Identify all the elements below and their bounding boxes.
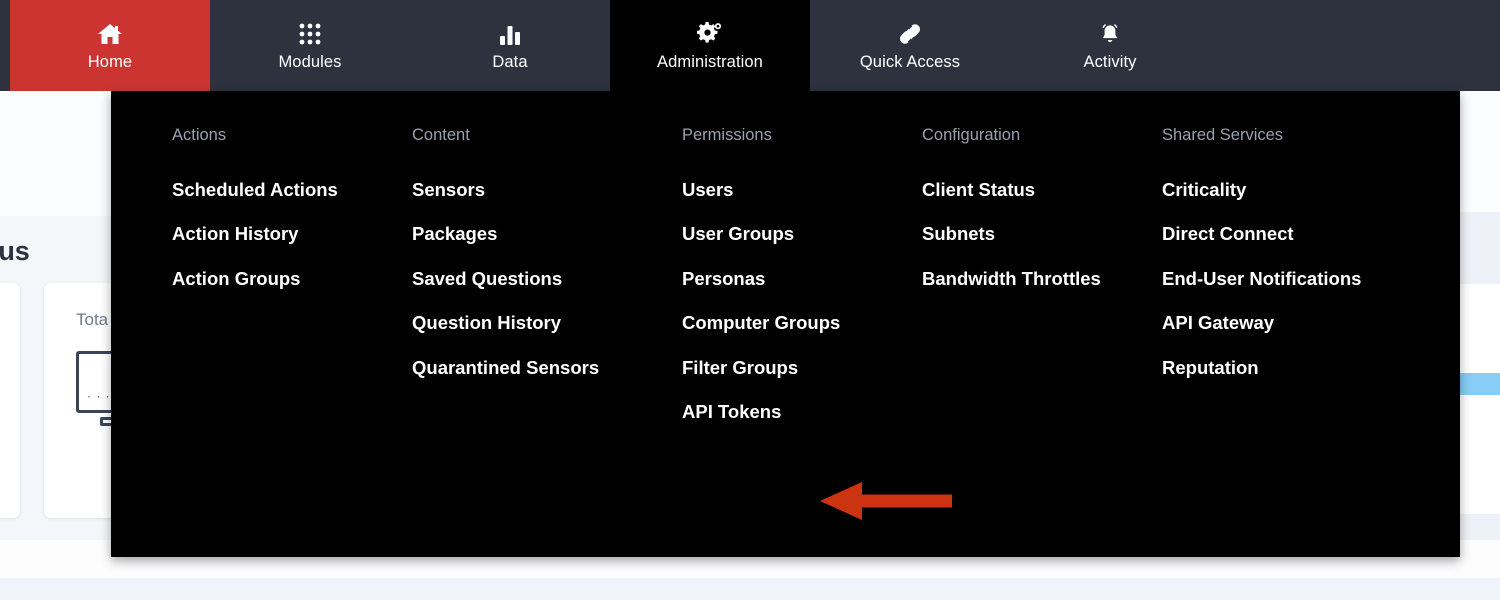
nav-tab-activity[interactable]: Activity [1010,0,1210,91]
menu-column-heading: Configuration [922,126,1021,144]
menu-item-action-history[interactable]: Action History [172,212,298,257]
menu-item-direct-connect[interactable]: Direct Connect [1162,212,1294,257]
nav-tab-data[interactable]: Data [410,0,610,91]
menu-item-user-groups[interactable]: User Groups [682,212,794,257]
nav-tab-label: Home [87,52,133,71]
grid-icon [298,21,322,47]
menu-item-question-history[interactable]: Question History [412,301,561,346]
menu-item-reputation[interactable]: Reputation [1162,346,1259,391]
menu-column-shared-services: Shared Services Criticality Direct Conne… [1162,127,1432,435]
nav-tab-modules[interactable]: Modules [210,0,410,91]
dashboard-card-label: Tota [76,310,109,329]
nav-tab-label: Data [492,52,528,71]
menu-item-users[interactable]: Users [682,168,733,213]
menu-column-heading: Permissions [682,126,772,144]
menu-column-content: Content Sensors Packages Saved Questions… [412,127,682,435]
menu-column-permissions: Permissions Users User Groups Personas C… [682,127,922,435]
dashboard-card[interactable] [0,283,20,518]
menu-columns: Actions Scheduled Actions Action History… [111,91,1460,435]
app-root: tatus Tota · · · · · Home [0,0,1500,600]
menu-column-heading: Shared Services [1162,126,1284,144]
menu-item-action-groups[interactable]: Action Groups [172,257,300,302]
top-navigation-bar: Home Modules Data Administration Quick A… [0,0,1500,91]
home-icon [97,21,123,47]
menu-item-quarantined-sensors[interactable]: Quarantined Sensors [412,346,599,391]
menu-item-criticality[interactable]: Criticality [1162,168,1246,213]
menu-column-actions: Actions Scheduled Actions Action History… [172,127,412,435]
nav-tab-home[interactable]: Home [10,0,210,91]
nav-tab-label: Activity [1083,52,1137,71]
nav-tab-label: Quick Access [859,52,961,71]
menu-item-bandwidth-throttles[interactable]: Bandwidth Throttles [922,257,1101,302]
menu-item-api-gateway[interactable]: API Gateway [1162,301,1274,346]
nav-tab-label: Administration [657,52,763,71]
link-icon [897,21,923,47]
menu-item-filter-groups[interactable]: Filter Groups [682,346,798,391]
nav-right-filler [1210,0,1500,91]
menu-item-client-status[interactable]: Client Status [922,168,1035,213]
bar-chart-icon [498,21,522,47]
bell-icon [1097,21,1123,47]
page-section-title: tatus [0,236,30,266]
menu-item-end-user-notifications[interactable]: End-User Notifications [1162,257,1361,302]
menu-item-saved-questions[interactable]: Saved Questions [412,257,562,302]
menu-item-packages[interactable]: Packages [412,212,497,257]
menu-item-personas[interactable]: Personas [682,257,765,302]
nav-tab-administration[interactable]: Administration [610,0,810,91]
menu-item-computer-groups[interactable]: Computer Groups [682,301,840,346]
menu-item-sensors[interactable]: Sensors [412,168,485,213]
menu-column-heading: Content [412,126,470,144]
menu-item-api-tokens[interactable]: API Tokens [682,390,781,435]
menu-item-scheduled-actions[interactable]: Scheduled Actions [172,168,338,213]
gear-icon [697,21,723,47]
menu-column-heading: Actions [172,126,227,144]
page-footer-strip [0,578,1500,600]
administration-dropdown-menu: Actions Scheduled Actions Action History… [111,91,1460,557]
menu-item-subnets[interactable]: Subnets [922,212,995,257]
menu-column-configuration: Configuration Client Status Subnets Band… [922,127,1162,435]
nav-tab-quick-access[interactable]: Quick Access [810,0,1010,91]
nav-left-edge [0,0,10,91]
nav-tab-label: Modules [278,52,342,71]
